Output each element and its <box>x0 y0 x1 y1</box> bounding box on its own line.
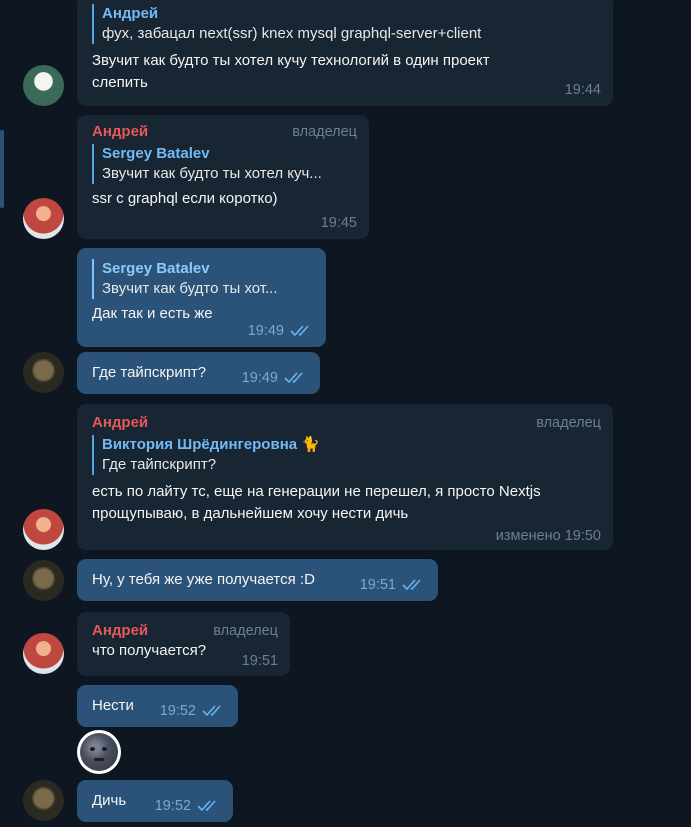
sender-name[interactable]: Андрей <box>92 622 148 639</box>
avatar[interactable] <box>23 509 64 550</box>
role-badge: владелец <box>292 124 357 140</box>
message-time: 19:52 <box>159 703 196 719</box>
double-check-icon <box>402 579 421 591</box>
message-bubble[interactable]: Андрей владелец что получается? 19:51 <box>77 612 290 676</box>
sender-name[interactable]: Андрей <box>92 414 148 431</box>
message-time: 19:49 <box>247 323 284 339</box>
message-text: ssr с graphql если коротко) <box>92 190 278 207</box>
avatar[interactable] <box>23 198 64 239</box>
reply-quote[interactable]: Sergey Batalev Звучит как будто ты хотел… <box>92 144 357 184</box>
reply-text: фух, забацал next(ssr) knex mysql graphq… <box>102 25 482 42</box>
message-meta: 19:52 <box>160 703 226 719</box>
reply-author: Виктория Шрёдингеровна 🐈 <box>102 436 320 453</box>
message-meta: 19:45 <box>321 215 357 231</box>
message-bubble[interactable]: Sergey Batalev Звучит как будто ты хот..… <box>77 248 326 347</box>
message-time: 19:45 <box>320 215 357 231</box>
message-meta: 19:49 <box>242 370 308 386</box>
message-bubble[interactable]: Андрей владелец Sergey Batalev Звучит ка… <box>77 115 369 239</box>
reply-quote[interactable]: Sergey Batalev Звучит как будто ты хот..… <box>92 259 314 299</box>
avatar[interactable] <box>23 633 64 674</box>
avatar[interactable] <box>23 65 64 106</box>
message-meta: 19:51 <box>242 653 278 669</box>
message-meta: 19:44 <box>565 82 601 98</box>
message-meta: 19:52 <box>155 798 221 814</box>
message-text: Звучит как будто ты хотел кучу технологи… <box>92 52 490 91</box>
scroll-indicator[interactable] <box>0 130 4 208</box>
message-time: 19:49 <box>241 370 278 386</box>
message-text: есть по лайту тс, еще на генерации не пе… <box>92 483 541 522</box>
avatar[interactable] <box>23 352 64 393</box>
moon-face-sticker[interactable] <box>77 730 121 774</box>
double-check-icon <box>202 705 221 717</box>
role-badge: владелец <box>213 623 278 639</box>
message-bubble[interactable]: Где тайпскрипт? 19:49 <box>77 352 320 394</box>
reply-quote[interactable]: Виктория Шрёдингеровна 🐈 Где тайпскрипт? <box>92 435 601 475</box>
reply-text: Где тайпскрипт? <box>102 456 217 473</box>
message-meta: 19:49 <box>248 323 314 339</box>
message-bubble[interactable]: Андрей фух, забацал next(ssr) knex mysql… <box>77 0 613 106</box>
avatar[interactable] <box>23 560 64 601</box>
message-time: 19:51 <box>359 577 396 593</box>
message-time: 19:52 <box>154 798 191 814</box>
sender-name[interactable]: Андрей <box>92 123 148 140</box>
message-bubble[interactable]: Нести 19:52 <box>77 685 238 727</box>
reply-author: Sergey Batalev <box>102 145 210 162</box>
reply-author: Sergey Batalev <box>102 260 210 277</box>
reply-author: Андрей <box>102 5 159 22</box>
message-bubble[interactable]: Ну, у тебя же уже получается :D 19:51 <box>77 559 438 601</box>
message-time: изменено 19:50 <box>495 528 601 544</box>
avatar[interactable] <box>23 780 64 821</box>
double-check-icon <box>197 800 216 812</box>
double-check-icon <box>290 325 309 337</box>
message-text: Дак так и есть же <box>92 305 213 322</box>
message-meta: 19:51 <box>360 577 426 593</box>
message-bubble[interactable]: Дичь 19:52 <box>77 780 233 822</box>
moon-face-icon <box>80 733 118 771</box>
message-time: 19:51 <box>241 653 278 669</box>
double-check-icon <box>284 372 303 384</box>
reply-text: Звучит как будто ты хот... <box>102 280 278 297</box>
role-badge: владелец <box>536 415 601 431</box>
message-time: 19:44 <box>564 82 601 98</box>
reply-quote[interactable]: Андрей фух, забацал next(ssr) knex mysql… <box>92 4 601 44</box>
message-meta: изменено 19:50 <box>496 528 601 544</box>
reply-text: Звучит как будто ты хотел куч... <box>102 165 322 182</box>
message-bubble[interactable]: Андрей владелец Виктория Шрёдингеровна 🐈… <box>77 404 613 550</box>
